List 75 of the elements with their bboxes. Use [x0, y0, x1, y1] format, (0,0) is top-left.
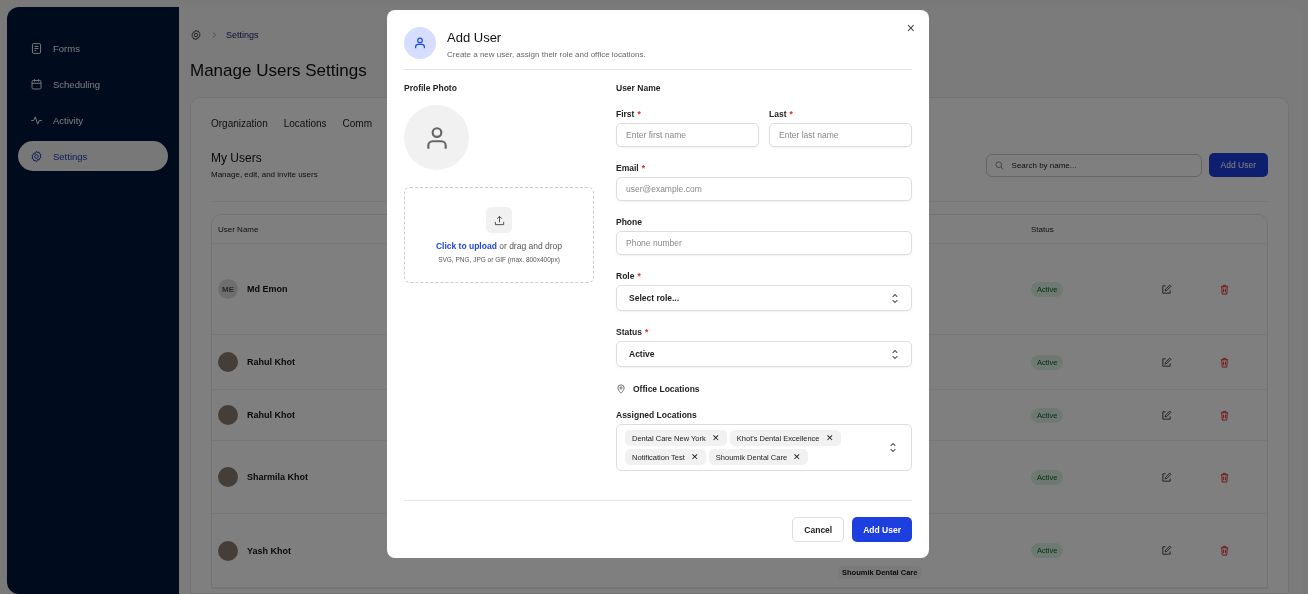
settings-icon[interactable] [190, 29, 202, 41]
text-field[interactable]: Enter first name [616, 123, 759, 147]
chevron-updown-icon [891, 348, 899, 360]
edit-icon[interactable] [1161, 545, 1172, 556]
column-header: Status [1031, 224, 1055, 234]
sidebar-item[interactable]: Activity [18, 105, 168, 135]
chevron-updown-icon [891, 292, 899, 304]
field-label: Status * [616, 327, 650, 337]
tab[interactable]: Organization [211, 118, 268, 129]
avatar-photo-placeholder [218, 405, 238, 425]
close-button[interactable]: × [904, 20, 917, 36]
avatar-photo-placeholder [218, 467, 238, 487]
user-name: Md Emon [247, 284, 288, 294]
select-field[interactable]: Active [616, 341, 912, 367]
sidebar-item[interactable]: Forms [18, 33, 168, 63]
field-label: First * [616, 109, 642, 119]
upload-link[interactable]: Click to upload [435, 241, 497, 251]
remove-chip-button[interactable]: ✕ [793, 452, 802, 462]
remove-chip-button[interactable]: ✕ [825, 433, 834, 443]
form-icon [30, 41, 43, 55]
calendar-icon [30, 77, 43, 91]
search-field[interactable]: Search by name... [985, 153, 1202, 177]
field-label: Role * [616, 271, 642, 281]
user-name: Sharmila Khot [247, 472, 308, 482]
section-title: My Users [211, 151, 263, 165]
select-field[interactable]: Select role... [616, 285, 912, 311]
activity-icon [30, 113, 43, 127]
settings-icon [30, 149, 43, 163]
sidebar-item[interactable]: Scheduling [18, 69, 168, 99]
user-name: Rahul Khot [247, 357, 295, 367]
tab[interactable]: Locations [283, 118, 327, 129]
edit-icon[interactable] [1161, 471, 1172, 483]
map-pin-icon [616, 384, 626, 394]
section-subtitle: Manage, edit, and invite users [211, 170, 318, 179]
tab[interactable]: Comm [342, 118, 372, 129]
dialog-title: Add User [447, 30, 503, 45]
trash-icon[interactable] [1219, 283, 1230, 295]
add-user-button[interactable]: Add User [1208, 153, 1268, 177]
section-label: User Name [616, 83, 662, 93]
upload-instructions: Click to upload or drag and drop [435, 241, 563, 251]
trash-icon[interactable] [1219, 545, 1230, 556]
user-name: Yash Khot [247, 545, 291, 556]
field-label: Last * [769, 109, 794, 119]
text-field[interactable]: user@example.com [616, 177, 912, 201]
avatar-photo-placeholder [218, 352, 238, 372]
field-label: Assigned Locations [616, 410, 698, 420]
remove-chip-button[interactable]: ✕ [690, 452, 699, 462]
chevron-updown-icon [889, 442, 897, 453]
trash-icon[interactable] [1219, 409, 1230, 421]
trash-icon[interactable] [1219, 356, 1230, 368]
search-icon [994, 160, 1004, 170]
user-name: Rahul Khot [247, 410, 295, 420]
cancel-button[interactable]: Cancel [792, 517, 845, 542]
field-label: Email * [616, 163, 646, 173]
text-field[interactable]: Enter last name [769, 123, 912, 147]
breadcrumb-link[interactable]: Settings [226, 30, 259, 40]
edit-icon[interactable] [1161, 283, 1172, 295]
remove-chip-button[interactable]: ✕ [711, 433, 720, 443]
dialog-subtitle: Create a new user, assign their role and office locations. [447, 50, 646, 59]
field-label: Phone [616, 217, 643, 227]
upload-icon [493, 214, 505, 226]
edit-icon[interactable] [1161, 356, 1172, 368]
chevron-right-icon [210, 31, 218, 39]
user-icon [413, 36, 427, 50]
sidebar-item[interactable]: Settings [18, 141, 168, 171]
column-header: User Name [218, 224, 260, 234]
avatar-photo-placeholder [218, 540, 238, 561]
edit-icon[interactable] [1161, 409, 1172, 421]
trash-icon[interactable] [1219, 471, 1230, 483]
field-label: Profile Photo [404, 83, 458, 93]
avatar-initials: ME [218, 279, 238, 299]
section-label: Office Locations [633, 384, 700, 394]
text-field[interactable]: Phone number [616, 231, 912, 255]
add-user-button[interactable]: Add User [852, 517, 912, 542]
page-title: Manage Users Settings [190, 61, 367, 81]
